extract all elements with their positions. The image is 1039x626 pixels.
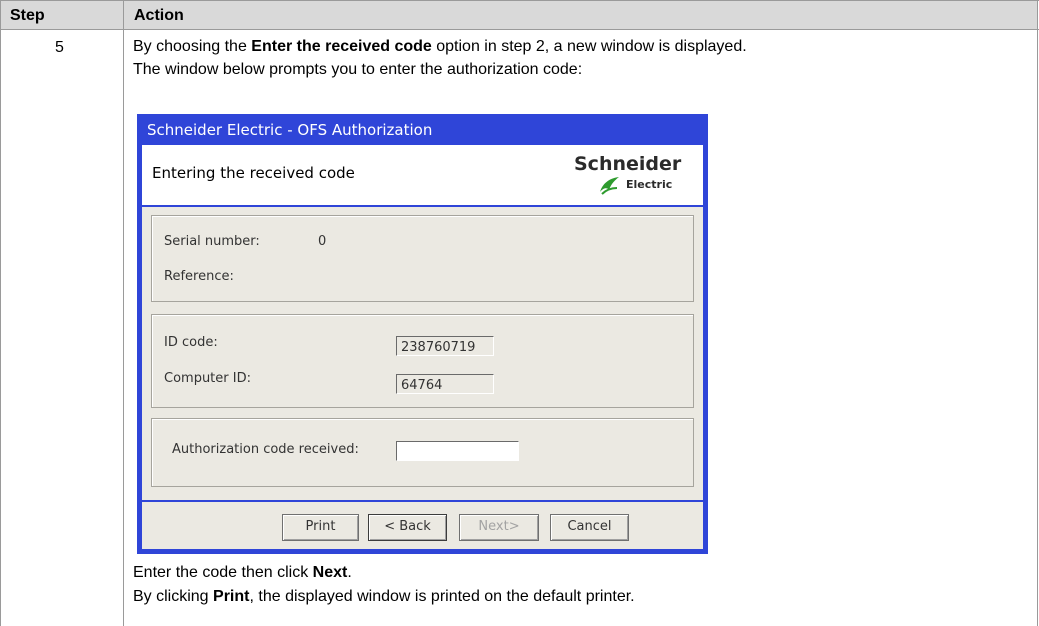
schneider-logo-subtext: Electric: [626, 178, 673, 191]
id-code-label: ID code:: [164, 335, 218, 350]
serial-number-label: Serial number:: [164, 234, 260, 249]
reference-label: Reference:: [164, 269, 234, 284]
text-span: option in step 2, a new window is displa…: [431, 38, 747, 55]
authorization-dialog: Schneider Electric - OFS Authorization E…: [137, 114, 708, 554]
text-span: Enter the code then click: [133, 564, 313, 581]
cancel-button[interactable]: Cancel: [550, 514, 629, 541]
identification-group: ID code: 238760719 Computer ID: 64764: [151, 314, 694, 408]
dialog-banner: Entering the received code Schneider Ele…: [142, 145, 703, 205]
header-action: Action: [134, 7, 184, 24]
text-span: , the displayed window is printed on the…: [249, 588, 635, 605]
authorization-group: Authorization code received:: [151, 418, 694, 487]
bold-option-name: Enter the received code: [251, 38, 432, 55]
banner-divider: [142, 205, 703, 207]
instruction-paragraph: The window below prompts you to enter th…: [133, 61, 583, 78]
instruction-paragraph: By clicking Print, the displayed window …: [133, 588, 635, 606]
instruction-paragraph: Enter the code then click Next.: [133, 564, 352, 582]
schneider-logo-icon: [600, 177, 619, 195]
dialog-title: Schneider Electric - OFS Authorization: [147, 121, 433, 139]
header-step: Step: [10, 7, 45, 24]
text-span: By choosing the: [133, 38, 252, 55]
banner-title: Entering the received code: [152, 164, 355, 182]
column-divider: [123, 0, 124, 626]
table-header-row: Step Action: [1, 1, 1037, 29]
authorization-code-label: Authorization code received:: [172, 442, 359, 457]
table-border: [0, 0, 1039, 1]
dialog-body: Entering the received code Schneider Ele…: [142, 145, 703, 549]
bold-button-name: Print: [213, 588, 250, 605]
text-span: .: [347, 564, 352, 581]
header-divider: [0, 29, 1039, 30]
schneider-logo-text: Schneider: [574, 153, 682, 175]
step-table: Step Action 5 By choosing the Enter the …: [0, 0, 1039, 626]
computer-id-field: 64764: [396, 374, 494, 394]
id-code-field: 238760719: [396, 336, 494, 356]
next-button[interactable]: Next>: [459, 514, 539, 541]
instruction-paragraph: By choosing the Enter the received code …: [133, 38, 747, 56]
computer-id-label: Computer ID:: [164, 371, 251, 386]
serial-number-value: 0: [318, 234, 327, 249]
text-span: By clicking: [133, 588, 214, 605]
table-border: [0, 0, 1, 626]
product-info-group: Serial number: 0 Reference:: [151, 215, 694, 302]
table-border: [1037, 0, 1038, 626]
footer-divider: [142, 500, 703, 502]
bold-button-name: Next: [312, 564, 348, 581]
back-button[interactable]: < Back: [368, 514, 447, 541]
step-number: 5: [55, 39, 64, 56]
print-button[interactable]: Print: [282, 514, 359, 541]
authorization-code-input[interactable]: [396, 441, 519, 461]
